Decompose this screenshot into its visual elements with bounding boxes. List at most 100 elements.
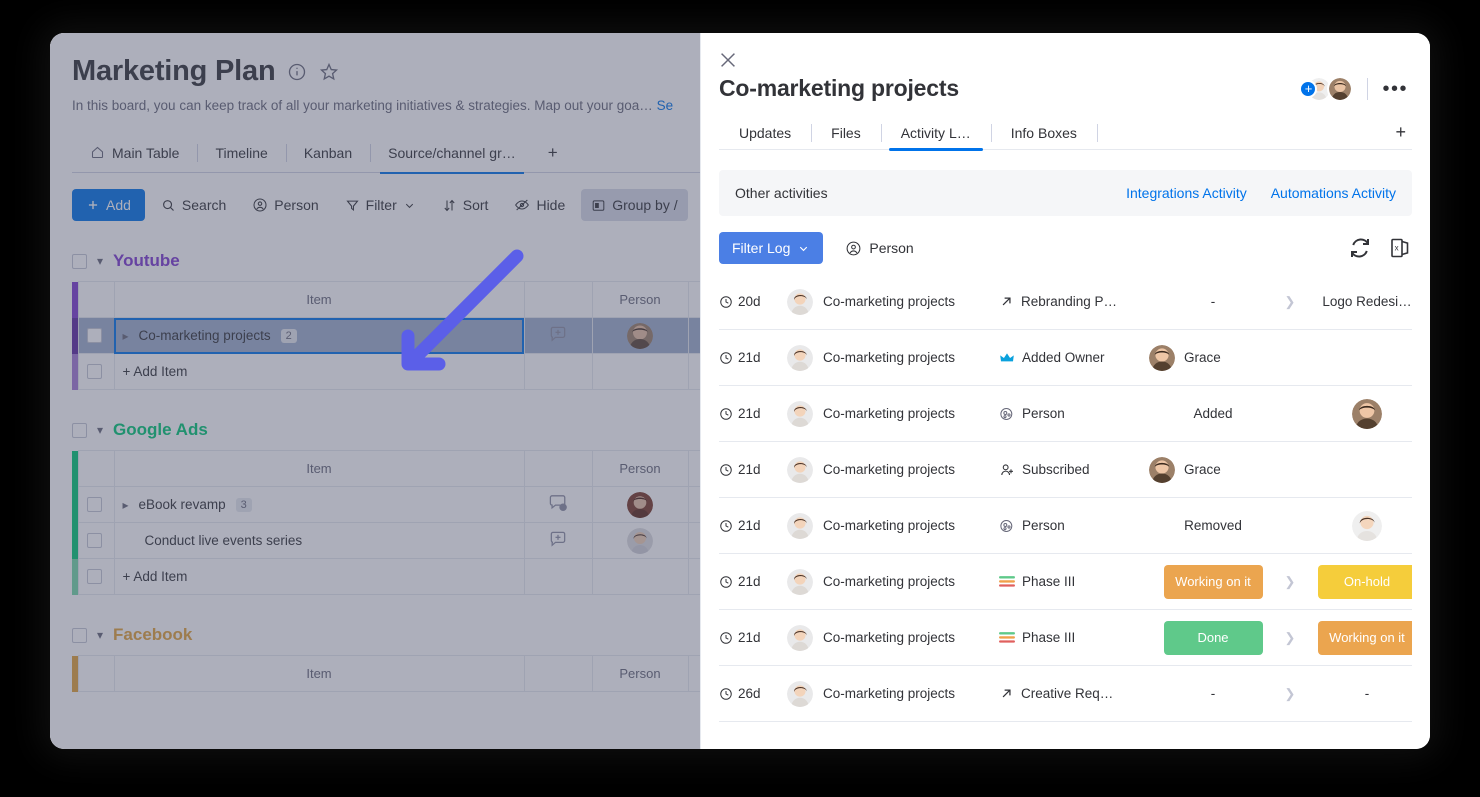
log-row[interactable]: 21d Co-marketing projects Person Removed [719,498,1412,554]
log-row[interactable]: 21d Co-marketing projects Added Owner Gr… [719,330,1412,386]
row-updates-cell[interactable] [524,318,592,354]
more-options-button[interactable]: ••• [1382,84,1408,94]
add-tab-button[interactable]: + [1395,122,1412,143]
chevron-down-icon[interactable]: ▾ [97,628,103,642]
row-checkbox-cell[interactable] [78,523,114,559]
row-person-cell[interactable] [592,523,688,559]
group-by-button[interactable]: Group by / [581,189,687,221]
group-select-checkbox[interactable] [72,423,87,438]
group-select-checkbox[interactable] [72,628,87,643]
log-row[interactable]: 26d Co-marketing projects Creative Req… … [719,666,1412,722]
person-filter-button[interactable]: Person [242,189,328,221]
row-budget-cell[interactable]: $5,50 [688,318,700,354]
add-row-checkbox[interactable] [87,364,102,379]
row-checkbox[interactable] [87,533,102,548]
chevron-right-icon: ❯ [1277,574,1303,590]
add-row-checkbox[interactable] [87,569,102,584]
add-item-row[interactable]: + Add Item $17,5 sum [72,559,700,595]
activity-log-list[interactable]: 20d Co-marketing projects Rebranding P… … [719,274,1412,749]
header-budget: Budg [688,656,700,692]
log-row[interactable]: 21d Co-marketing projects Subscribed Gra… [719,442,1412,498]
row-item-cell[interactable]: ▸ eBook revamp 3 [114,487,524,523]
row-updates-cell[interactable] [524,523,592,559]
refresh-icon[interactable] [1348,236,1372,260]
tab-activity-log[interactable]: Activity L… [881,116,991,150]
favorite-star-icon[interactable] [319,62,339,82]
chevron-down-icon[interactable]: ▾ [97,254,103,268]
log-row[interactable]: 20d Co-marketing projects Rebranding P… … [719,274,1412,330]
clock-icon [719,463,733,477]
add-row-updates-cell [524,354,592,390]
hide-button[interactable]: Hide [504,189,575,221]
chevron-down-icon[interactable]: ▾ [97,423,103,437]
log-from-value: Working on it [1149,565,1277,599]
chevron-right-icon[interactable]: ▸ [123,498,129,512]
search-icon [161,198,176,213]
eye-off-icon [514,197,530,213]
add-item-label[interactable]: + Add Item [114,354,524,390]
search-button[interactable]: Search [151,189,236,221]
person-filter-button[interactable]: Person [837,232,921,264]
chevron-right-icon[interactable]: ▸ [123,329,129,343]
row-budget-cell[interactable]: $10,0 [688,523,700,559]
group-header[interactable]: ▾ Google Ads [72,416,700,444]
log-from-value: Added [1149,406,1277,421]
tab-info-boxes[interactable]: Info Boxes [991,116,1097,150]
tab-main-table[interactable]: Main Table [72,133,197,173]
add-person-button[interactable]: + [1299,80,1317,98]
add-item-row[interactable]: + Add Item $5,50 sum [72,354,700,390]
log-user: Co-marketing projects [787,513,999,539]
excel-export-icon[interactable]: x [1388,236,1412,260]
row-checkbox-cell[interactable] [78,318,114,354]
log-to-value [1303,399,1412,429]
group-select-checkbox[interactable] [72,254,87,269]
row-checkbox[interactable] [87,497,102,512]
table-row[interactable]: ▸ Co-marketing projects 2 [72,318,700,354]
sort-button[interactable]: Sort [432,189,499,221]
add-row-checkbox-cell[interactable] [78,559,114,595]
row-checkbox[interactable] [87,328,102,343]
log-time: 21d [719,574,787,589]
table-row[interactable]: ▸ eBook revamp 3 1 $7,50 [72,487,700,523]
automations-activity-link[interactable]: Automations Activity [1271,185,1396,201]
row-updates-cell[interactable]: 1 [524,487,592,523]
log-column-name: Added Owner [1022,350,1105,365]
row-checkbox-cell[interactable] [78,487,114,523]
tab-files[interactable]: Files [811,116,881,150]
status-badge: Done [1164,621,1263,655]
tab-updates[interactable]: Updates [719,116,811,150]
filter-button[interactable]: Filter [335,189,426,221]
close-icon[interactable] [717,49,739,71]
tab-timeline[interactable]: Timeline [197,133,285,173]
see-more-link[interactable]: Se [657,98,674,113]
add-row-checkbox-cell[interactable] [78,354,114,390]
integrations-activity-link[interactable]: Integrations Activity [1126,185,1247,201]
person-label: Person [274,197,318,213]
log-row[interactable]: 21d Co-marketing projects Phase III Work… [719,554,1412,610]
info-icon[interactable] [287,62,307,82]
log-time: 21d [719,630,787,645]
row-budget-cell[interactable]: $7,50 [688,487,700,523]
row-person-cell[interactable] [592,487,688,523]
group-header[interactable]: ▾ Youtube [72,247,700,275]
row-item-cell[interactable]: ▸ Co-marketing projects 2 [114,318,524,354]
tab-kanban[interactable]: Kanban [286,133,370,173]
log-row[interactable]: 21d Co-marketing projects Phase III Done… [719,610,1412,666]
filter-log-button[interactable]: Filter Log [719,232,823,264]
row-item-cell[interactable]: Conduct live events series [114,523,524,559]
log-column: Phase III [999,574,1149,589]
add-item-label[interactable]: + Add Item [114,559,524,595]
tab-source-channel-group[interactable]: Source/channel gr… [370,133,534,173]
add-view-button[interactable]: + [534,143,572,163]
add-button[interactable]: Add [72,189,145,221]
avatar[interactable] [1327,76,1353,102]
panel-avatars: + [1299,76,1353,102]
log-user-name: Co-marketing projects [823,294,955,309]
chevron-right-icon: ❯ [1277,294,1303,310]
log-row[interactable]: 21d Co-marketing projects Person Added [719,386,1412,442]
header-person: Person [592,451,688,487]
log-user: Co-marketing projects [787,457,999,483]
row-person-cell[interactable] [592,318,688,354]
table-row[interactable]: Conduct live events series $10,0 [72,523,700,559]
group-header[interactable]: ▾ Facebook [72,621,700,649]
